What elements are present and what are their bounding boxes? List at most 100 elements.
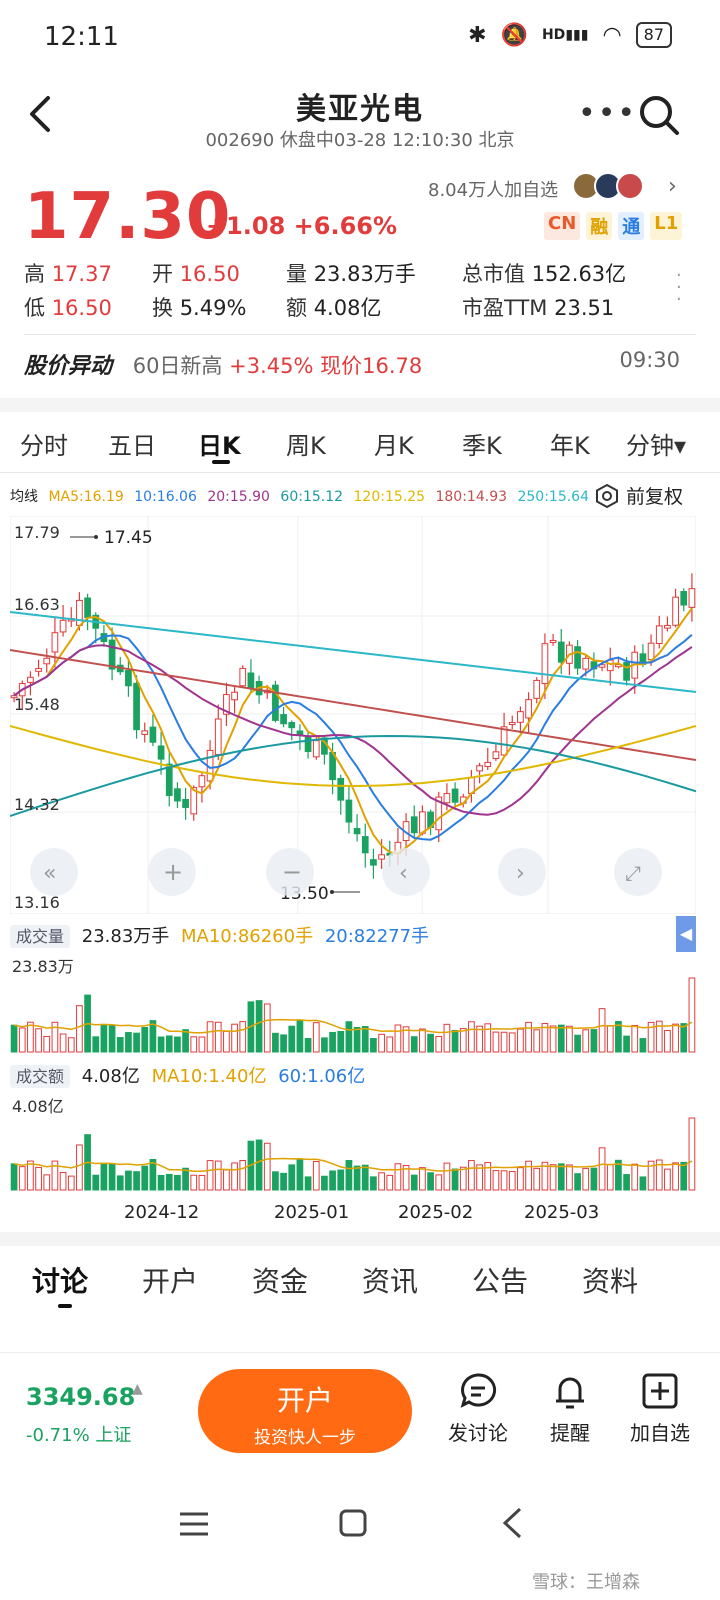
bar [394,1024,402,1053]
candle-body [149,726,157,743]
candle-body [84,597,91,618]
svg-text:⤢: ⤢ [625,861,641,885]
tab-funds[interactable]: 资金 [252,1260,308,1300]
bar [223,1030,230,1053]
tab-yearly-k[interactable]: 年K [550,426,590,461]
candle-body [76,599,83,626]
alert-title: 股价异动 [24,354,113,379]
ma60-value: 60:15.12 [280,489,344,505]
tab-open-account[interactable]: 开户 [142,1260,198,1300]
bar [35,1166,42,1191]
price-alert-row[interactable]: 股价异动 60日新高 +3.45% 现价16.78 09:30 [24,348,680,380]
bar [198,1036,206,1053]
candle-body [574,646,581,669]
remind-button[interactable]: 提醒 [530,1371,610,1446]
candle-body [43,657,51,665]
bar [108,1025,116,1053]
volume-label: 量 [286,262,307,286]
tab-weekly-k[interactable]: 周K [286,426,326,461]
collapse-panel-icon[interactable]: ◀ [676,916,696,952]
kline-chart[interactable]: 17.79 16.63 15.48 14.32 13.16 17.45 13.5… [10,516,696,914]
bar [280,1034,287,1053]
bar [18,1166,26,1191]
bar [43,1174,51,1191]
bar [116,1037,124,1053]
prev-button[interactable]: ‹ [382,848,430,896]
zoom-in-button[interactable]: + [148,848,196,896]
volume-tag[interactable]: 成交量 [10,925,71,948]
bar [231,1162,238,1191]
amount-tag[interactable]: 成交额 [10,1065,71,1088]
settings-hex-icon [596,483,618,508]
fullscreen-button[interactable]: ⤢ [614,848,662,896]
high-label: 高 [24,262,45,286]
bar [557,1024,565,1053]
more-button[interactable]: ••• [578,96,637,131]
menu-icon[interactable] [178,1510,210,1538]
tab-minute[interactable]: 分钟▾ [626,426,686,461]
bluetooth-icon: ✱ [468,22,487,48]
bar [133,1032,140,1053]
bar [198,1174,206,1191]
tab-daily-k[interactable]: 日K [198,426,241,461]
bar [419,1167,426,1191]
bar [631,1163,639,1191]
bar [500,1170,508,1191]
bar [443,1023,451,1053]
tab-wuri[interactable]: 五日 [108,426,156,461]
bar [214,1021,222,1053]
candle-body [361,836,369,854]
home-icon[interactable] [338,1508,368,1538]
bar [427,1172,434,1191]
battery-icon: 87 [635,22,672,48]
bar [517,1028,524,1053]
bar [484,1023,492,1053]
tab-profile[interactable]: 资料 [582,1260,638,1300]
bar [280,1172,287,1191]
date-label: 2025-01 [274,1202,350,1223]
chevron-right-icon[interactable]: › [668,174,677,199]
post-discussion-button[interactable]: 发讨论 [438,1371,518,1446]
tab-monthly-k[interactable]: 月K [374,426,414,461]
bar [312,1022,320,1053]
ma5-line [13,607,693,855]
tab-announcements[interactable]: 公告 [472,1260,528,1300]
chat-icon [460,1373,497,1408]
open-account-sub: 投资快人一步 [254,1428,356,1448]
tab-quarterly-k[interactable]: 季K [462,426,502,461]
zoom-out-button[interactable]: − [266,848,314,896]
bar [108,1163,116,1191]
back-nav-icon[interactable] [500,1506,524,1540]
watcher-avatars[interactable] [572,172,644,200]
index-value[interactable]: 3349.68 [26,1383,135,1411]
adjust-toggle[interactable]: 前复权 [594,482,683,509]
bar [492,1031,500,1053]
candle-body [541,643,549,685]
bar [125,1170,132,1191]
bar [680,1023,688,1053]
tab-news[interactable]: 资讯 [362,1260,418,1300]
market-badges: CN 融通 L1 [544,212,683,240]
open-account-button[interactable]: 开户 投资快人一步 [198,1369,412,1453]
watchers-count[interactable]: 8.04万人加自选 [428,176,558,202]
candle-body [214,718,222,756]
add-watchlist-button[interactable]: 加自选 [620,1371,700,1446]
svg-text:−: − [282,858,302,886]
pe-value: 23.51 [554,296,615,320]
bar [288,1164,296,1191]
bar [165,1035,173,1053]
candle-body [125,670,132,687]
next-button[interactable]: › [498,848,546,896]
battery-level: 87 [643,25,664,44]
bar [631,1024,639,1053]
volume-ma20: 20:82277手 [324,926,430,947]
search-icon[interactable] [636,92,682,138]
scroll-left-button[interactable]: « [30,848,78,896]
tab-fenshi[interactable]: 分时 [20,426,68,461]
amount-ma10: MA10:1.40亿 [151,1066,267,1087]
expand-stats-icon[interactable]: · · · [676,267,682,309]
tab-discussion[interactable]: 讨论 [32,1260,88,1300]
bar [517,1167,524,1191]
index-change[interactable]: -0.71% 上证 [26,1421,131,1447]
bar [255,1139,263,1191]
